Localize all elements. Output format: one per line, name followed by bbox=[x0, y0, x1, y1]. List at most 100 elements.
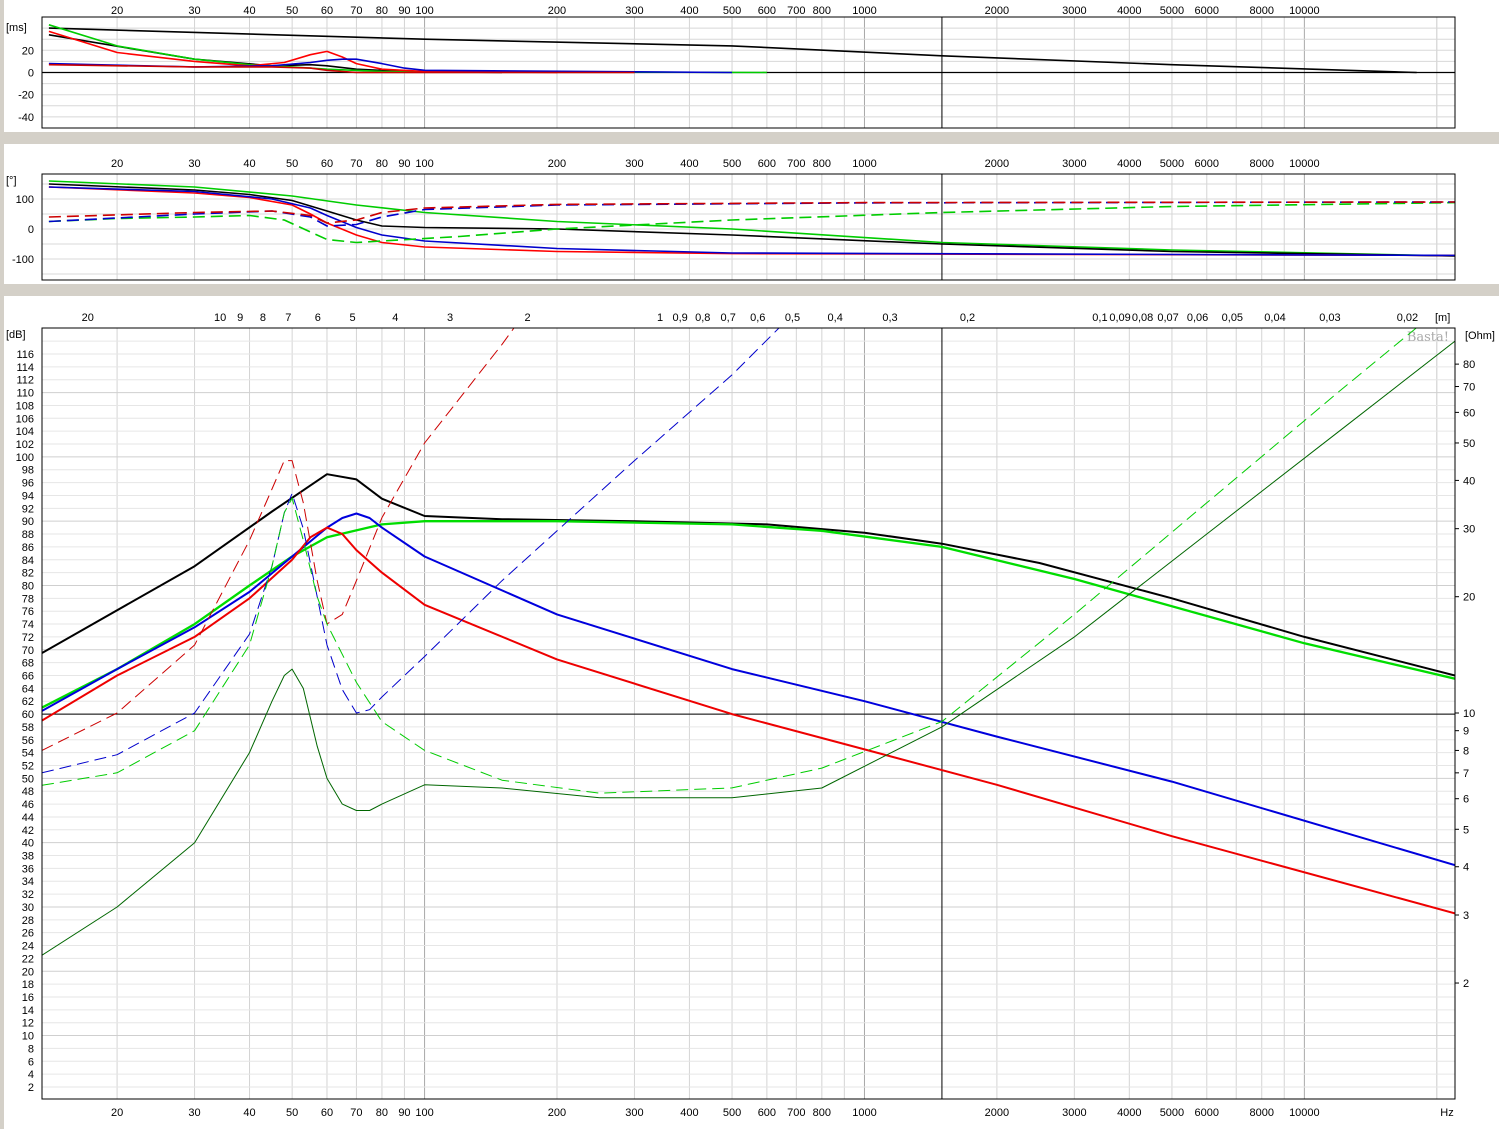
x-tick-label-top: 4000 bbox=[1117, 5, 1141, 17]
wavelength-tick-label: 1 bbox=[657, 312, 663, 324]
y-tick-label: 52 bbox=[22, 761, 34, 773]
wavelength-tick-label: 2 bbox=[525, 312, 531, 324]
wavelength-tick-label: 5 bbox=[350, 312, 356, 324]
x-tick-label-top: 40 bbox=[243, 158, 255, 170]
y-tick-label: 110 bbox=[16, 388, 34, 400]
y-tick-label: 6 bbox=[28, 1056, 34, 1068]
x-tick-label-top: 50 bbox=[286, 158, 298, 170]
x-tick-label-top: 600 bbox=[758, 5, 776, 17]
y2-tick-label: 8 bbox=[1463, 745, 1469, 757]
wavelength-tick-label: 0,07 bbox=[1157, 312, 1178, 324]
x-tick-label-top: 700 bbox=[787, 158, 805, 170]
x-tick-label-top: 4000 bbox=[1117, 158, 1141, 170]
panel-separator-1[interactable] bbox=[0, 132, 1499, 144]
y-tick-label: 20 bbox=[22, 966, 34, 978]
y-tick-label: 0 bbox=[28, 68, 34, 80]
wavelength-tick-label: 20 bbox=[82, 312, 94, 324]
x-tick-label: 80 bbox=[376, 1107, 388, 1119]
y-tick-label: 100 bbox=[16, 452, 34, 464]
x-tick-label-top: 1000 bbox=[852, 5, 876, 17]
y-tick-label: 8 bbox=[28, 1043, 34, 1055]
y-tick-label: 90 bbox=[22, 516, 34, 528]
wavelength-tick-label: 0,8 bbox=[695, 312, 710, 324]
y2-tick-label: 6 bbox=[1463, 794, 1469, 806]
x-tick-label: 20 bbox=[111, 1107, 123, 1119]
x-tick-label: 3000 bbox=[1062, 1107, 1086, 1119]
wavelength-axis-label: [m] bbox=[1435, 312, 1450, 324]
y-tick-label: 66 bbox=[22, 670, 34, 682]
x-tick-label-top: 100 bbox=[415, 158, 433, 170]
wavelength-tick-label: 0,9 bbox=[672, 312, 687, 324]
y2-tick-label: 10 bbox=[1463, 708, 1475, 720]
y-tick-label: 30 bbox=[22, 902, 34, 914]
x-tick-label-top: 60 bbox=[321, 158, 333, 170]
x-tick-label-top: 70 bbox=[350, 158, 362, 170]
y-tick-label: 28 bbox=[22, 915, 34, 927]
y-tick-label: -20 bbox=[18, 90, 34, 102]
y-tick-label: 56 bbox=[22, 735, 34, 747]
y2-tick-label: 3 bbox=[1463, 910, 1469, 922]
series-line bbox=[42, 473, 1455, 677]
x-tick-label-top: 5000 bbox=[1160, 5, 1184, 17]
x-tick-label: 10000 bbox=[1289, 1107, 1320, 1119]
y-tick-label: 48 bbox=[22, 786, 34, 798]
grid bbox=[116, 174, 1438, 280]
x-tick-label-top: 3000 bbox=[1062, 158, 1086, 170]
wavelength-tick-label: 7 bbox=[285, 312, 291, 324]
x-tick-label: 200 bbox=[548, 1107, 566, 1119]
x-tick-label: 5000 bbox=[1160, 1107, 1184, 1119]
wavelength-tick-label: 0,02 bbox=[1397, 312, 1418, 324]
panel-separator-2[interactable] bbox=[0, 284, 1499, 296]
x-tick-label-top: 6000 bbox=[1195, 5, 1219, 17]
y-tick-label: 96 bbox=[22, 478, 34, 490]
y-tick-label: 114 bbox=[16, 362, 34, 374]
y-tick-label: 36 bbox=[22, 863, 34, 875]
wavelength-tick-label: 10 bbox=[214, 312, 226, 324]
x-axis-unit-label: Hz bbox=[1440, 1107, 1453, 1119]
y-tick-label: 42 bbox=[22, 825, 34, 837]
y2-tick-label: 60 bbox=[1463, 407, 1475, 419]
group-delay-panel: 200-20-40[ms]20 30 40 50 60 70 80 90 100 200 300 40… bbox=[6, 5, 1456, 129]
y-tick-label: 60 bbox=[22, 709, 34, 721]
wavelength-tick-label: 3 bbox=[447, 312, 453, 324]
x-tick-label-top: 5000 bbox=[1160, 158, 1184, 170]
x-tick-label-top: 100 bbox=[415, 5, 433, 17]
x-tick-label: 6000 bbox=[1195, 1107, 1219, 1119]
y-tick-label: 12 bbox=[22, 1018, 34, 1030]
x-tick-label: 600 bbox=[758, 1107, 776, 1119]
x-tick-label: 500 bbox=[723, 1107, 741, 1119]
wavelength-tick-label: 8 bbox=[260, 312, 266, 324]
series-line bbox=[42, 512, 1455, 867]
y2-tick-label: 20 bbox=[1463, 592, 1475, 604]
x-tick-label-top: 70 bbox=[350, 5, 362, 17]
x-tick-label-top: 20 bbox=[111, 158, 123, 170]
wavelength-tick-label: 0,7 bbox=[721, 312, 736, 324]
y-tick-label: 26 bbox=[22, 928, 34, 940]
y-tick-label: 80 bbox=[22, 580, 34, 592]
y2-tick-label: 4 bbox=[1463, 862, 1469, 874]
x-tick-label-top: 2000 bbox=[985, 5, 1009, 17]
wavelength-tick-label: 0,3 bbox=[882, 312, 897, 324]
wavelength-tick-label: 9 bbox=[237, 312, 243, 324]
y-tick-label: 86 bbox=[22, 542, 34, 554]
x-tick-label-top: 50 bbox=[286, 5, 298, 17]
y-tick-label: 40 bbox=[22, 838, 34, 850]
x-tick-label-top: 90 bbox=[398, 5, 410, 17]
y-tick-label: 46 bbox=[22, 799, 34, 811]
y-tick-label: 10 bbox=[22, 1031, 34, 1043]
x-tick-label-top: 3000 bbox=[1062, 5, 1086, 17]
y-tick-label: 94 bbox=[22, 490, 34, 502]
y-tick-label: 32 bbox=[22, 889, 34, 901]
y-tick-label: 14 bbox=[22, 1005, 34, 1017]
x-tick-label-top: 600 bbox=[758, 158, 776, 170]
y-tick-label: 62 bbox=[22, 696, 34, 708]
wavelength-tick-label: 0,4 bbox=[828, 312, 843, 324]
x-tick-label: 300 bbox=[625, 1107, 643, 1119]
y-axis-label: [dB] bbox=[6, 329, 26, 341]
x-tick-label-top: 1000 bbox=[852, 158, 876, 170]
y-tick-label: 0 bbox=[28, 224, 34, 236]
y-tick-label: 2 bbox=[28, 1082, 34, 1094]
y-tick-label: 74 bbox=[22, 619, 34, 631]
x-tick-label-top: 200 bbox=[548, 5, 566, 17]
y-tick-label: 82 bbox=[22, 568, 34, 580]
